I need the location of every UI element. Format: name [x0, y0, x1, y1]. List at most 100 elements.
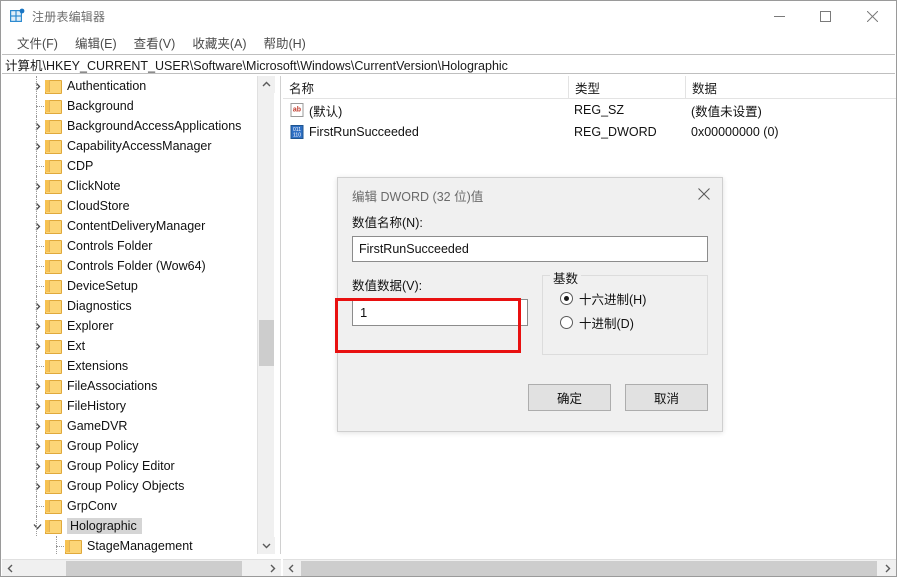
- svg-text:ab: ab: [293, 107, 301, 114]
- values-hscroll-thumb[interactable]: [301, 561, 877, 576]
- value-name-cell: ab (默认): [283, 99, 568, 121]
- tree-item-label: Controls Folder: [67, 239, 153, 253]
- tree-item-authentication[interactable]: Authentication: [2, 76, 258, 96]
- tree-item-group-policy[interactable]: Group Policy: [2, 436, 258, 456]
- chevron-right-icon[interactable]: [29, 316, 45, 336]
- tree-item-stagemanagement[interactable]: StageManagement: [2, 536, 258, 554]
- menu-file[interactable]: 文件(F): [9, 31, 67, 54]
- address-bar[interactable]: 计算机\HKEY_CURRENT_USER\Software\Microsoft…: [2, 54, 895, 74]
- tree-hscroll-left-button[interactable]: [2, 560, 19, 576]
- tree-item-capabilityaccessmanager[interactable]: CapabilityAccessManager: [2, 136, 258, 156]
- tree-horizontal-scrollbar[interactable]: [2, 559, 281, 576]
- menu-favorites[interactable]: 收藏夹(A): [184, 31, 255, 54]
- tree-hscroll-thumb[interactable]: [66, 561, 242, 576]
- tree-item-filehistory[interactable]: FileHistory: [2, 396, 258, 416]
- folder-icon: [45, 99, 62, 114]
- tree-item-label: StageManagement: [87, 539, 193, 553]
- tree-item-label: Group Policy Editor: [67, 459, 175, 473]
- column-header-type[interactable]: 类型: [568, 76, 685, 99]
- tree-item-fileassociations[interactable]: FileAssociations: [2, 376, 258, 396]
- tree-vertical-scrollbar[interactable]: [257, 76, 275, 554]
- folder-icon: [45, 379, 62, 394]
- registry-icon: [9, 8, 25, 24]
- tree-guide-line: [36, 76, 37, 96]
- radio-decimal[interactable]: 十进制(D): [543, 310, 707, 334]
- value-row[interactable]: ab (默认) REG_SZ (数值未设置): [283, 99, 896, 121]
- chevron-right-icon[interactable]: [29, 116, 45, 136]
- ok-button[interactable]: 确定: [528, 384, 611, 411]
- folder-icon: [45, 299, 62, 314]
- menu-bar: 文件(F) 编辑(E) 查看(V) 收藏夹(A) 帮助(H): [1, 31, 896, 53]
- chevron-right-icon[interactable]: [29, 136, 45, 156]
- title-bar: 注册表编辑器: [1, 1, 896, 31]
- tree-guide-line: [36, 316, 37, 336]
- column-header-data[interactable]: 数据: [685, 76, 896, 99]
- tree-item-label: DeviceSetup: [67, 279, 138, 293]
- folder-icon: [45, 259, 62, 274]
- value-name-input[interactable]: FirstRunSucceeded: [352, 236, 708, 262]
- menu-view[interactable]: 查看(V): [126, 31, 185, 54]
- chevron-right-icon[interactable]: [29, 76, 45, 96]
- values-horizontal-scrollbar[interactable]: [283, 559, 896, 576]
- chevron-right-icon[interactable]: [29, 176, 45, 196]
- menu-edit[interactable]: 编辑(E): [67, 31, 126, 54]
- chevron-right-icon[interactable]: [29, 436, 45, 456]
- tree-item-ext[interactable]: Ext: [2, 336, 258, 356]
- folder-icon: [45, 239, 62, 254]
- tree-item-diagnostics[interactable]: Diagnostics: [2, 296, 258, 316]
- tree-hscroll-right-button[interactable]: [264, 560, 281, 576]
- menu-help[interactable]: 帮助(H): [255, 31, 314, 54]
- dialog-close-icon[interactable]: [690, 181, 718, 207]
- tree-item-label: FileAssociations: [67, 379, 158, 393]
- column-header-name[interactable]: 名称: [283, 76, 568, 99]
- chevron-right-icon[interactable]: [29, 396, 45, 416]
- svg-text:110: 110: [293, 132, 301, 138]
- tree-scroll-down-button[interactable]: [258, 537, 275, 554]
- tree-item-label: CloudStore: [67, 199, 130, 213]
- tree-item-controls-folder[interactable]: Controls Folder: [2, 236, 258, 256]
- value-name-cell: 011 110 FirstRunSucceeded: [283, 121, 568, 143]
- tree-item-devicesetup[interactable]: DeviceSetup: [2, 276, 258, 296]
- folder-icon: [45, 159, 62, 174]
- value-row[interactable]: 011 110 FirstRunSucceeded REG_DWORD 0x000000…: [283, 121, 896, 143]
- chevron-right-icon[interactable]: [29, 416, 45, 436]
- tree-item-extensions[interactable]: Extensions: [2, 356, 258, 376]
- chevron-right-icon[interactable]: [29, 456, 45, 476]
- chevron-right-icon[interactable]: [29, 296, 45, 316]
- tree-item-cdp[interactable]: CDP: [2, 156, 258, 176]
- maximize-button[interactable]: [802, 1, 848, 31]
- minimize-button[interactable]: [756, 1, 802, 31]
- edit-dword-dialog: 编辑 DWORD (32 位)值 数值名称(N): FirstRunSuccee…: [337, 177, 723, 432]
- tree-item-controls-folder-wow64[interactable]: Controls Folder (Wow64): [2, 256, 258, 276]
- tree-item-contentdeliverymanager[interactable]: ContentDeliveryManager: [2, 216, 258, 236]
- tree-item-holographic[interactable]: Holographic: [2, 516, 258, 536]
- dialog-title-bar: 编辑 DWORD (32 位)值: [338, 178, 722, 212]
- tree-item-clicknote[interactable]: ClickNote: [2, 176, 258, 196]
- radio-hexadecimal[interactable]: 十六进制(H): [543, 286, 707, 310]
- tree-scroll-up-button[interactable]: [258, 76, 275, 93]
- tree-item-label: Group Policy: [67, 439, 139, 453]
- chevron-right-icon[interactable]: [29, 376, 45, 396]
- close-button[interactable]: [848, 1, 896, 31]
- chevron-down-icon[interactable]: [29, 516, 45, 536]
- tree-item-grpconv[interactable]: GrpConv: [2, 496, 258, 516]
- tree-item-explorer[interactable]: Explorer: [2, 316, 258, 336]
- folder-icon: [45, 179, 62, 194]
- tree-scroll-thumb[interactable]: [259, 320, 274, 366]
- tree-item-background[interactable]: Background: [2, 96, 258, 116]
- tree-item-cloudstore[interactable]: CloudStore: [2, 196, 258, 216]
- chevron-right-icon[interactable]: [29, 336, 45, 356]
- values-hscroll-left-button[interactable]: [283, 560, 300, 576]
- tree-item-label: FileHistory: [67, 399, 127, 413]
- tree-item-group-policy-objects[interactable]: Group Policy Objects: [2, 476, 258, 496]
- tree-item-gamedvr[interactable]: GameDVR: [2, 416, 258, 436]
- tree-item-group-policy-editor[interactable]: Group Policy Editor: [2, 456, 258, 476]
- values-hscroll-right-button[interactable]: [879, 560, 896, 576]
- tree-item-backgroundaccessapplications[interactable]: BackgroundAccessApplications: [2, 116, 258, 136]
- tree-scroll-area: Authentication Background BackgroundAccess…: [2, 76, 258, 554]
- chevron-right-icon[interactable]: [29, 476, 45, 496]
- cancel-button[interactable]: 取消: [625, 384, 708, 411]
- value-data-input[interactable]: 1: [352, 299, 528, 326]
- chevron-right-icon[interactable]: [29, 196, 45, 216]
- chevron-right-icon[interactable]: [29, 216, 45, 236]
